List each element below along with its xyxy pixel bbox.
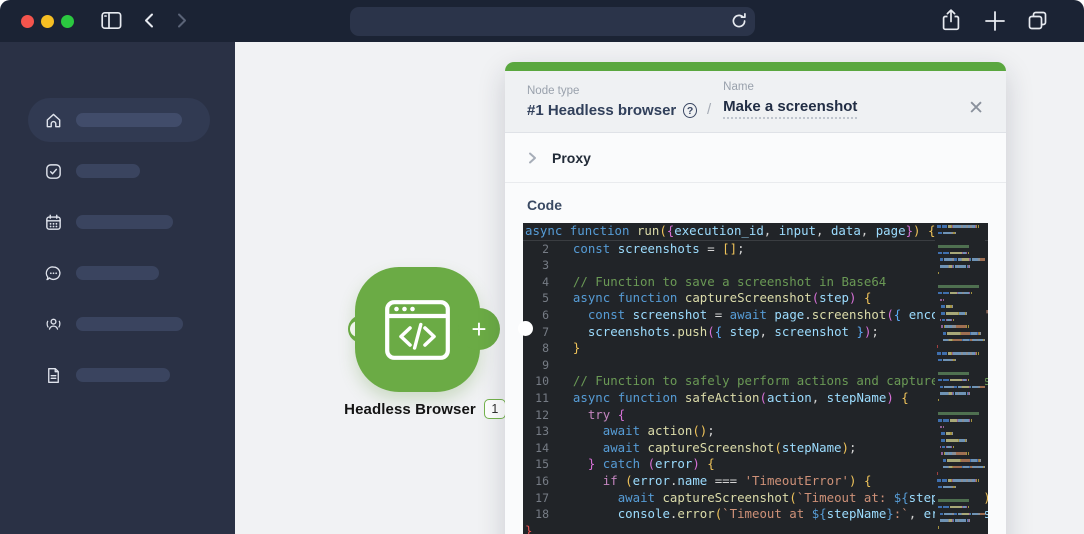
line-number: 3 [542, 258, 549, 273]
tab-overview-icon[interactable] [1026, 9, 1049, 35]
skeleton-text [76, 113, 182, 127]
app-sidebar [0, 42, 235, 534]
sidebar-item-tasks[interactable] [28, 149, 210, 193]
skeleton-text [76, 368, 170, 382]
code-line[interactable]: 16 if (error.name === 'TimeoutError') { [523, 473, 988, 490]
code-line[interactable]: async function run({execution_id, input,… [523, 223, 988, 241]
line-number: 18 [535, 507, 549, 522]
new-tab-icon[interactable] [984, 10, 1006, 35]
skeleton-text [76, 317, 183, 331]
code-line[interactable]: 8 } [523, 340, 988, 357]
node-count-badge: 1 [483, 399, 506, 419]
minimize-window-button[interactable] [41, 14, 54, 28]
reload-icon[interactable] [730, 12, 748, 33]
sidebar-item-home[interactable] [28, 98, 210, 142]
sidebar-item-document[interactable] [28, 353, 210, 397]
code-line[interactable]: 10 // Function to safely perform actions… [523, 373, 988, 390]
panel-accent-bar [505, 62, 1006, 71]
line-number: 4 [542, 274, 549, 289]
share-icon[interactable] [939, 8, 963, 37]
code-line[interactable]: 15 } catch (error) { [523, 456, 988, 473]
line-number: 10 [535, 374, 549, 389]
document-icon [44, 366, 63, 385]
sidebar-item-users[interactable] [28, 302, 210, 346]
panel-header: Node type #1 Headless browser ? / Name M… [505, 71, 1006, 133]
code-line[interactable]: 12 try { [523, 407, 988, 424]
line-number: 11 [535, 390, 549, 405]
node-type-label: Node type [527, 85, 580, 97]
close-icon[interactable]: ✕ [966, 97, 986, 120]
minimap[interactable] [935, 225, 985, 534]
sidebar-toggle-icon[interactable] [101, 11, 122, 33]
line-number: 9 [542, 357, 549, 372]
connection-endpoint-dot[interactable] [518, 321, 533, 336]
skeleton-text [76, 215, 173, 229]
code-line[interactable]: 14 await captureScreenshot(stepName); [523, 440, 988, 457]
code-line[interactable]: 17 await captureScreenshot(`Timeout at: … [523, 490, 988, 507]
add-next-node-button[interactable]: + [458, 308, 500, 350]
line-number: 14 [535, 440, 549, 455]
line-number: 16 [535, 473, 549, 488]
code-line[interactable]: 13 await action(); [523, 423, 988, 440]
code-line[interactable]: 2 const screenshots = []; [523, 241, 988, 258]
skeleton-text [76, 266, 159, 280]
line-number: 15 [535, 457, 549, 472]
browser-chrome [0, 0, 1084, 42]
address-bar[interactable] [350, 6, 755, 38]
node-title: Headless Browser [344, 400, 476, 418]
forward-icon[interactable] [174, 12, 190, 32]
code-line[interactable]: 7 screenshots.push({ step, screenshot })… [523, 324, 988, 341]
browser-code-icon [385, 300, 450, 365]
chevron-right-icon [527, 152, 538, 164]
url-input[interactable] [362, 6, 706, 38]
code-line[interactable]: } [523, 523, 988, 534]
code-line[interactable]: 6 const screenshot = await page.screensh… [523, 307, 988, 324]
line-number: 5 [542, 291, 549, 306]
breadcrumb-separator: / [707, 101, 712, 118]
calendar-icon [44, 213, 63, 232]
sidebar-item-chat[interactable] [28, 251, 210, 295]
back-icon[interactable] [141, 12, 157, 32]
app-window: + Headless Browser 1 Node type #1 Headle… [0, 0, 1084, 534]
code-editor[interactable]: async function run({execution_id, input,… [523, 223, 988, 534]
zoom-window-button[interactable] [61, 14, 74, 28]
node-type-value: #1 Headless browser [527, 102, 677, 119]
plus-glyph: + [471, 314, 487, 344]
code-section-label: Code [527, 197, 562, 213]
line-number: 12 [535, 407, 549, 422]
code-line[interactable]: 11 async function safeAction(action, ste… [523, 390, 988, 407]
node-name-value[interactable]: Make a screenshot [723, 98, 858, 119]
proxy-section-label: Proxy [552, 149, 591, 166]
code-line[interactable]: 5 async function captureScreenshot(step)… [523, 290, 988, 307]
proxy-section-toggle[interactable]: Proxy [505, 133, 1006, 183]
code-line[interactable]: 18 console.error(`Timeout at ${stepName}… [523, 506, 988, 523]
code-line[interactable]: 4 // Function to save a screenshot in Ba… [523, 274, 988, 291]
close-window-button[interactable] [21, 14, 34, 28]
line-number: 17 [535, 490, 549, 505]
tasks-icon [44, 162, 63, 181]
code-line[interactable]: 3 [523, 257, 988, 274]
skeleton-text [76, 164, 140, 178]
home-icon [44, 111, 63, 130]
code-line[interactable]: 9 [523, 357, 988, 374]
name-label: Name [723, 81, 754, 93]
node-config-panel: Node type #1 Headless browser ? / Name M… [505, 62, 1006, 534]
line-number: 2 [542, 241, 549, 256]
code-lines[interactable]: async function run({execution_id, input,… [523, 223, 988, 534]
help-icon[interactable]: ? [683, 103, 697, 118]
sidebar-item-calendar[interactable] [28, 200, 210, 244]
line-number: 8 [542, 341, 549, 356]
line-number: 13 [535, 424, 549, 439]
chat-icon [44, 264, 63, 283]
users-icon [44, 315, 63, 334]
